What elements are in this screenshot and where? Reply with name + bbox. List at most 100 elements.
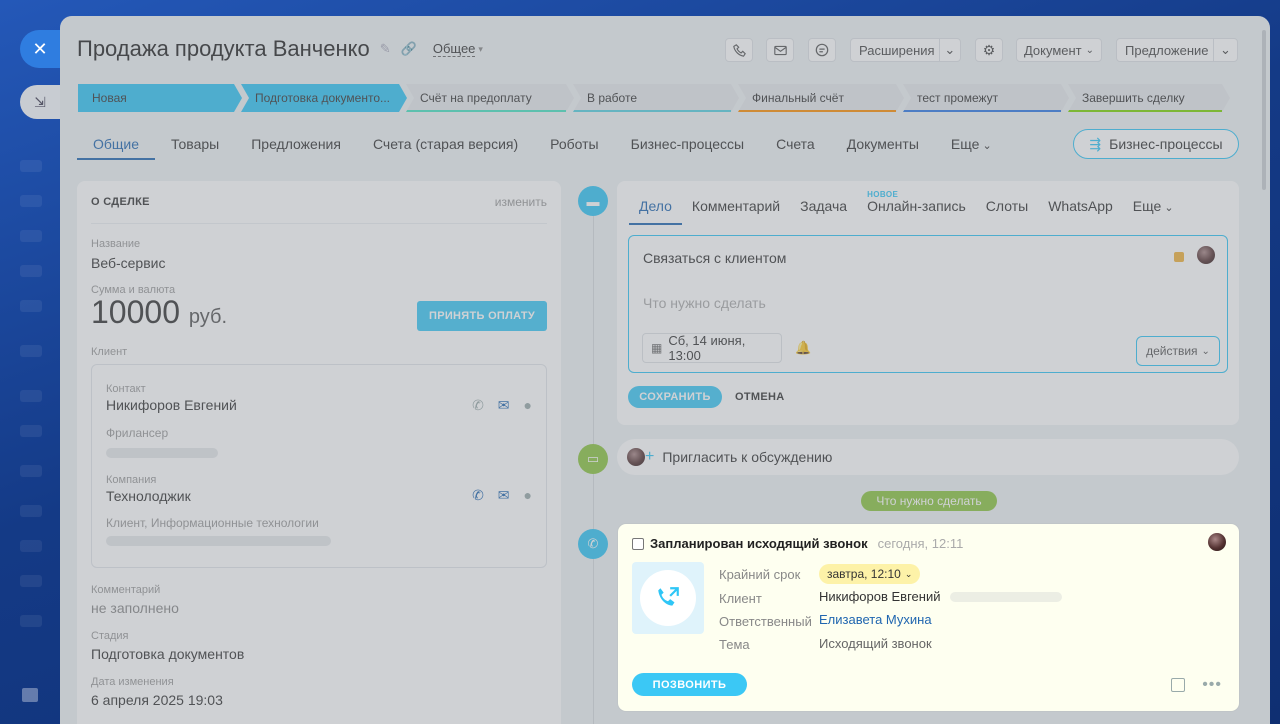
stage-3[interactable]: Счёт на предоплату xyxy=(406,84,574,112)
tab-6[interactable]: Бизнес-процессы xyxy=(615,130,760,160)
stage-label: В работе xyxy=(587,91,638,105)
extensions-button[interactable]: Расширения ⌄ xyxy=(850,38,961,62)
invite-to-discussion[interactable]: + Пригласить к обсуждению xyxy=(617,439,1239,475)
tab-2[interactable]: Товары xyxy=(155,130,235,160)
chat-icon[interactable]: ● xyxy=(524,397,532,414)
contact-name[interactable]: Никифоров Евгений xyxy=(106,397,237,413)
save-button[interactable]: СОХРАНИТЬ xyxy=(628,386,722,408)
cancel-button[interactable]: ОТМЕНА xyxy=(735,391,784,403)
stage-label: Подготовка документо... xyxy=(255,91,391,105)
actions-dropdown[interactable]: действия ⌄ xyxy=(1136,336,1220,366)
document-button[interactable]: Документ ⌄ xyxy=(1016,38,1102,62)
avatar[interactable] xyxy=(1208,533,1226,551)
company-actions: ✆ ✉ ● xyxy=(472,487,532,504)
stage-label: тест промежут xyxy=(917,91,999,105)
tab-1[interactable]: Общие xyxy=(77,130,156,160)
deadline-badge[interactable]: завтра, 12:10 ⌄ xyxy=(819,564,921,584)
todo-title-input[interactable]: Связаться с клиентом xyxy=(643,250,786,266)
editor-tab-6[interactable]: WhatsApp xyxy=(1038,195,1123,225)
phone-icon[interactable]: ✆ xyxy=(472,487,484,504)
accept-payment-button[interactable]: ПРИНЯТЬ ОПЛАТУ xyxy=(417,301,547,331)
page-title: Продажа продукта Ванченко ✎ 🔗 Общее ▾ xyxy=(77,36,483,62)
comment-dot-icon: ▬ xyxy=(578,186,608,216)
calendar-icon: ▦ xyxy=(651,341,663,355)
chevron-down-icon[interactable]: ⌄ xyxy=(938,39,960,61)
stage-4[interactable]: В работе xyxy=(573,84,739,112)
stage-pipeline: Новая Подготовка документо... Счёт на пред… xyxy=(78,84,1238,112)
avatar[interactable] xyxy=(1197,246,1215,264)
call-button[interactable]: ПОЗВОНИТЬ xyxy=(632,673,747,696)
avatar xyxy=(627,448,645,466)
blurred-menu-item xyxy=(20,425,42,437)
deal-info-card: О СДЕЛКЕ изменить Название Веб-сервис Су… xyxy=(77,181,561,724)
blurred-menu-item xyxy=(20,390,42,402)
new-badge: НОВОЕ xyxy=(867,190,899,199)
business-processes-button[interactable]: ⇶ Бизнес-процессы xyxy=(1073,129,1239,159)
responsible-link[interactable]: Елизавета Мухина xyxy=(819,612,932,627)
tab-9[interactable]: Еще ⌄ xyxy=(935,130,1008,160)
responsible-label: Ответственный xyxy=(719,614,812,629)
chat-button[interactable] xyxy=(808,38,836,62)
chevron-down-icon: ⌄ xyxy=(979,140,992,152)
bell-icon[interactable]: 🔔 xyxy=(795,340,811,356)
extensions-label: Расширения xyxy=(859,42,935,58)
link-icon[interactable]: 🔗 xyxy=(401,41,417,57)
editor-tab-7[interactable]: Еще ⌄ xyxy=(1123,195,1184,225)
stage-7[interactable]: Завершить сделку xyxy=(1068,84,1230,112)
todo-description-input[interactable]: Что нужно сделать xyxy=(643,295,766,311)
editor-tab-3[interactable]: Задача xyxy=(790,195,857,225)
gear-icon: ⚙ xyxy=(982,41,996,58)
tab-label: Документы xyxy=(846,136,919,152)
close-icon[interactable]: ✕ xyxy=(20,30,60,68)
print-icon[interactable] xyxy=(22,688,38,702)
stage-6[interactable]: тест промежут xyxy=(903,84,1069,112)
phone-icon[interactable]: ✆ xyxy=(472,397,484,414)
settings-button[interactable]: ⚙ xyxy=(975,38,1003,62)
comment-label: Комментарий xyxy=(91,584,161,596)
name-value: Веб-сервис xyxy=(91,255,166,271)
stage-5[interactable]: Финальный счёт xyxy=(738,84,904,112)
category-select[interactable]: Общее ▾ xyxy=(432,41,483,57)
chevron-down-icon: ⌄ xyxy=(1201,345,1210,357)
email-button[interactable] xyxy=(766,38,794,62)
scrollbar[interactable] xyxy=(1262,30,1266,190)
complete-checkbox[interactable] xyxy=(632,537,644,550)
editor-tab-5[interactable]: Слоты xyxy=(976,195,1038,225)
pencil-icon[interactable]: ✎ xyxy=(380,41,391,57)
color-marker-icon[interactable] xyxy=(1174,252,1184,262)
mail-icon[interactable]: ✉ xyxy=(498,397,510,414)
more-icon[interactable]: ••• xyxy=(1202,676,1222,694)
chevron-down-icon[interactable]: ⌄ xyxy=(1213,39,1237,61)
chat-icon[interactable]: ● xyxy=(524,487,532,504)
deadline-date: Сб, 14 июня, 13:00 xyxy=(668,333,746,363)
deadline-picker[interactable]: ▦ Сб, 14 июня, 13:00 xyxy=(642,333,782,363)
activity-title: Запланирован исходящий звонок xyxy=(650,536,868,551)
editor-tab-1[interactable]: Дело xyxy=(629,195,682,225)
tab-label: Счета (старая версия) xyxy=(372,136,519,152)
tab-5[interactable]: Роботы xyxy=(534,130,614,160)
editor-tab-2[interactable]: Комментарий xyxy=(682,195,790,225)
tab-4[interactable]: Счета (старая версия) xyxy=(357,130,534,160)
blurred-menu-item xyxy=(20,465,42,477)
chevron-down-icon: ⌄ xyxy=(1161,202,1174,214)
mail-icon[interactable]: ✉ xyxy=(498,487,510,504)
note-icon[interactable] xyxy=(1171,678,1185,692)
editor-tab-4[interactable]: НОВОЕ Онлайн-запись xyxy=(857,190,976,225)
company-name[interactable]: Технолоджик xyxy=(106,488,191,504)
tab-7[interactable]: Счета xyxy=(760,130,831,160)
stage-label: Финальный счёт xyxy=(752,91,844,105)
tab-3[interactable]: Предложения xyxy=(235,130,357,160)
deal-tabs: Общие Товары Предложения Счета (старая верс… xyxy=(77,130,1008,160)
outgoing-call-tile xyxy=(632,562,704,634)
stage-label: Новая xyxy=(92,91,127,105)
phone-button[interactable] xyxy=(725,38,753,62)
stage-1[interactable]: Новая xyxy=(78,84,242,112)
blurred-phone xyxy=(106,448,218,458)
stage-2[interactable]: Подготовка документо... xyxy=(241,84,407,112)
tab-8[interactable]: Документы xyxy=(831,130,935,160)
edit-link[interactable]: изменить xyxy=(495,195,547,209)
offer-button[interactable]: Предложение ⌄ xyxy=(1116,38,1238,62)
chevron-down-icon: ⌄ xyxy=(904,568,913,579)
minimize-icon[interactable]: ⇲ xyxy=(20,85,60,119)
tab-label: Товары xyxy=(171,136,220,152)
